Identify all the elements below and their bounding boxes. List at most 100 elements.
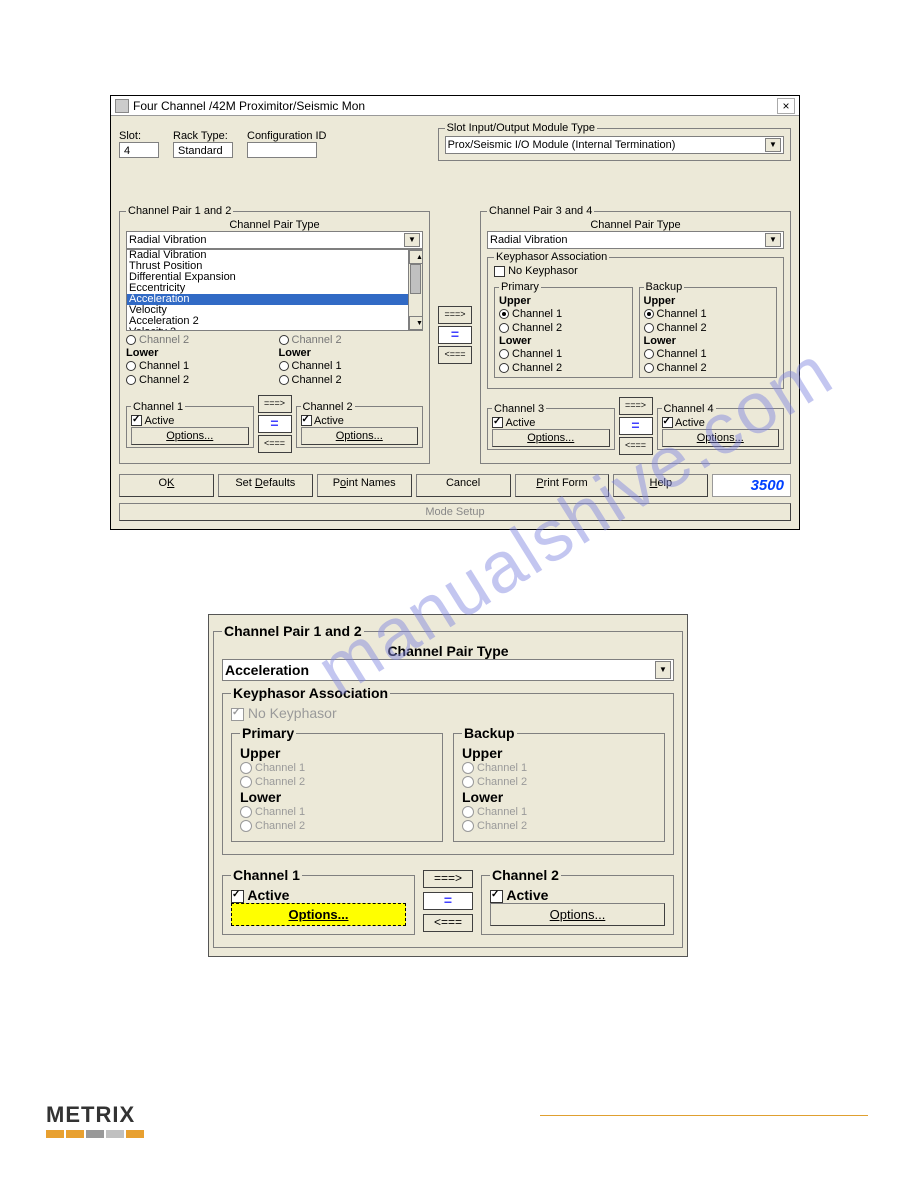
radio-lower-primary-ch2-34[interactable]: Channel 2 (499, 361, 628, 375)
radio-icon (644, 309, 654, 319)
pair-type-select-detail[interactable]: Acceleration ▼ (222, 659, 674, 681)
cancel-button[interactable]: Cancel (416, 474, 511, 497)
radio-lower-backup-ch2-detail: Channel 2 (462, 819, 656, 833)
rack-number-display: 3500 (712, 474, 791, 497)
copy-right-button-34[interactable]: ===> (619, 397, 653, 415)
channel-2-detail-box: Channel 2 Active Options... (481, 867, 674, 935)
pair-type-label-34: Channel Pair Type (487, 219, 784, 231)
radio-upper-backup-ch1-34[interactable]: Channel 1 (644, 307, 773, 321)
radio-icon (644, 323, 654, 333)
channel-1-detail-active[interactable]: Active (231, 887, 406, 903)
channel-2-detail-options-button[interactable]: Options... (490, 903, 665, 926)
scroll-down-icon[interactable]: ▼ (409, 316, 423, 330)
radio-icon (279, 335, 289, 345)
detail-panel: Channel Pair 1 and 2 Channel Pair Type A… (208, 614, 688, 957)
radio-lower-primary-ch2-detail: Channel 2 (240, 819, 434, 833)
channel-3-active[interactable]: Active (492, 417, 610, 429)
radio-icon (462, 820, 474, 832)
copy-right-button[interactable]: ===> (258, 395, 292, 413)
channel-pair-12-group: Channel Pair 1 and 2 Channel Pair Type R… (119, 205, 430, 464)
channel-1-detail-options-button[interactable]: Options... (231, 903, 406, 926)
title-bar[interactable]: Four Channel /42M Proximitor/Seismic Mon… (111, 96, 799, 116)
copy-pair-right-button[interactable]: ===> (438, 306, 472, 324)
ok-button[interactable]: OOKK (119, 474, 214, 497)
lower-label-primary-detail: Lower (240, 789, 434, 805)
channel-1-detail-legend: Channel 1 (231, 867, 302, 883)
copy-pair-left-button[interactable]: <=== (438, 346, 472, 364)
channel-4-options-button[interactable]: Options... (662, 429, 780, 447)
channel-4-active[interactable]: Active (662, 417, 780, 429)
equal-button-34[interactable]: = (619, 417, 653, 435)
keyphasor-legend-34: Keyphasor Association (494, 251, 609, 263)
backup-detail-group: Backup Upper Channel 1 Channel 2 Lower C… (453, 725, 665, 842)
main-dialog: Four Channel /42M Proximitor/Seismic Mon… (110, 95, 800, 530)
radio-icon (499, 309, 509, 319)
radio-lower-backup-ch1-12[interactable]: Channel 1 (279, 359, 424, 373)
channel-pair-12-detail-legend: Channel Pair 1 and 2 (222, 623, 364, 639)
equal-pair-button[interactable]: = (438, 326, 472, 344)
bar-icon (126, 1130, 144, 1138)
pair-12-type-select[interactable]: Radial Vibration ▼ (126, 231, 423, 249)
channel-2-active[interactable]: Active (301, 415, 419, 427)
radio-lower-backup-ch1-34[interactable]: Channel 1 (644, 347, 773, 361)
checkbox-icon (492, 417, 503, 428)
list-item[interactable]: Acceleration (127, 294, 422, 305)
list-item[interactable]: Velocity 2 (127, 327, 422, 331)
radio-lower-backup-ch2-34[interactable]: Channel 2 (644, 361, 773, 375)
checkbox-icon (301, 415, 312, 426)
pair-34-type-select[interactable]: Radial Vibration ▼ (487, 231, 784, 249)
chevron-down-icon[interactable]: ▼ (404, 233, 420, 247)
backup-detail-legend: Backup (462, 725, 517, 741)
copy-left-detail-button[interactable]: <=== (423, 914, 473, 932)
copy-right-detail-button[interactable]: ===> (423, 870, 473, 888)
channel-1-active[interactable]: Active (131, 415, 249, 427)
channel-2-detail-active[interactable]: Active (490, 887, 665, 903)
radio-lower-primary-ch1-34[interactable]: Channel 1 (499, 347, 628, 361)
set-defaults-button[interactable]: Set Defaults (218, 474, 313, 497)
io-module-legend: Slot Input/Output Module Type (445, 122, 597, 134)
point-names-button[interactable]: Point Names (317, 474, 412, 497)
radio-upper-primary-ch1-34[interactable]: Channel 1 (499, 307, 628, 321)
radio-lower-backup-ch1-detail: Channel 1 (462, 805, 656, 819)
radio-icon (499, 349, 509, 359)
scrollbar[interactable]: ▲ ▼ (408, 250, 422, 330)
scroll-up-icon[interactable]: ▲ (409, 250, 423, 264)
scroll-thumb[interactable] (410, 264, 421, 294)
equal-detail-button[interactable]: = (423, 892, 473, 910)
radio-lower-backup-ch2-12[interactable]: Channel 2 (279, 373, 424, 387)
channel-1-options-button[interactable]: Options... (131, 427, 249, 445)
channel-1-detail-box: Channel 1 Active Options... (222, 867, 415, 935)
pair-12-type-listbox[interactable]: Radial Vibration Thrust Position Differe… (126, 249, 423, 331)
close-icon[interactable]: × (777, 98, 795, 114)
primary-legend-34: Primary (499, 281, 541, 293)
copy-left-button-34[interactable]: <=== (619, 437, 653, 455)
chevron-down-icon[interactable]: ▼ (655, 661, 671, 679)
equal-button[interactable]: = (258, 415, 292, 433)
footer-logo-bars (46, 1130, 144, 1138)
chevron-down-icon[interactable]: ▼ (765, 138, 781, 152)
print-form-button[interactable]: Print Form (515, 474, 610, 497)
no-keyphasor-checkbox-34[interactable]: No Keyphasor (494, 265, 777, 277)
channel-2-options-button[interactable]: Options... (301, 427, 419, 445)
config-id-field[interactable] (247, 142, 317, 158)
chevron-down-icon[interactable]: ▼ (765, 233, 781, 247)
radio-upper-backup-ch2-34[interactable]: Channel 2 (644, 321, 773, 335)
channel-2-legend: Channel 2 (301, 401, 355, 413)
io-module-select[interactable]: Prox/Seismic I/O Module (Internal Termin… (445, 136, 784, 154)
help-button[interactable]: Help (613, 474, 708, 497)
mode-setup-button[interactable]: Mode Setup (119, 503, 791, 521)
footer-logo-text: METRIX (46, 1102, 144, 1128)
channel-3-options-button[interactable]: Options... (492, 429, 610, 447)
keyphasor-detail-legend: Keyphasor Association (231, 685, 390, 701)
copy-left-button[interactable]: <=== (258, 435, 292, 453)
radio-lower-primary-ch2-12[interactable]: Channel 2 (126, 373, 271, 387)
radio-upper-primary-ch2-34[interactable]: Channel 2 (499, 321, 628, 335)
rack-type-field: Standard (173, 142, 233, 158)
slot-field: 4 (119, 142, 159, 158)
radio-icon (462, 776, 474, 788)
radio-upper-primary-ch2-detail: Channel 2 (240, 775, 434, 789)
radio-lower-primary-ch1-12[interactable]: Channel 1 (126, 359, 271, 373)
slot-label: Slot: (119, 130, 159, 142)
pair-type-value-detail: Acceleration (225, 660, 309, 680)
radio-upper-primary-ch1-detail: Channel 1 (240, 761, 434, 775)
